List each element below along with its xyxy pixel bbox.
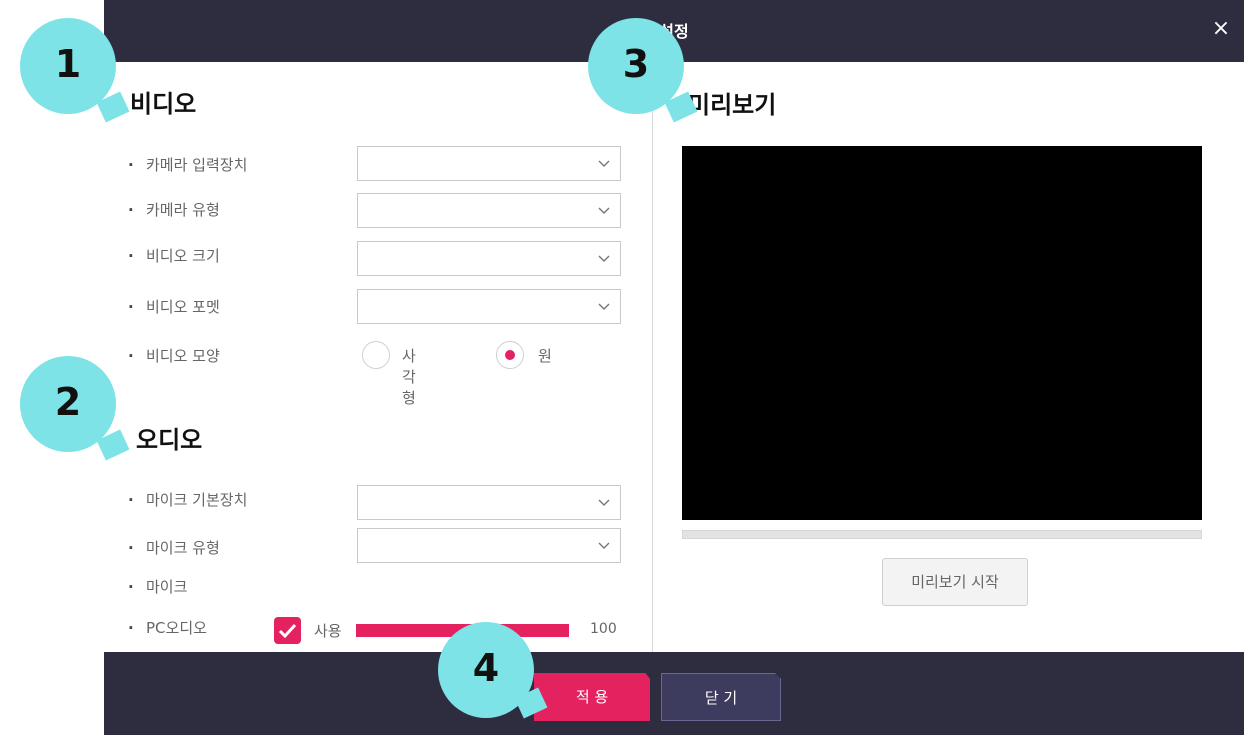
close-icon[interactable]: ×: [1208, 16, 1234, 42]
pc-audio-use-label: 사용: [314, 622, 342, 640]
chevron-down-icon: [598, 207, 610, 214]
shape-rect-label: 사각형: [402, 347, 416, 407]
video-shape-label: 비디오 모양: [128, 345, 220, 366]
mic-label: 마이크: [128, 576, 187, 597]
mic-device-select[interactable]: [357, 485, 621, 520]
camera-input-label: 카메라 입력장치: [128, 154, 247, 175]
screenshot-stage: 설정 × 비디오 카메라 입력장치 카메라 유형 비디오 크기 비디오 포멧 비…: [0, 0, 1253, 735]
pc-audio-label: PC오디오: [128, 617, 207, 638]
callout-number: 3: [622, 42, 650, 86]
video-size-select[interactable]: [357, 241, 621, 276]
video-section-title: 비디오: [130, 90, 197, 118]
video-format-select[interactable]: [357, 289, 621, 324]
callout-4: 4: [438, 622, 548, 719]
checkmark-icon: [278, 623, 297, 639]
preview-progress-bar[interactable]: [682, 530, 1202, 539]
callout-number: 4: [472, 646, 500, 690]
callout-number: 2: [54, 380, 82, 424]
video-format-label: 비디오 포멧: [128, 296, 220, 317]
close-button[interactable]: 닫 기: [661, 673, 781, 721]
camera-input-select[interactable]: [357, 146, 621, 181]
camera-type-label: 카메라 유형: [128, 199, 220, 220]
preview-section-title: 미리보기: [688, 91, 777, 119]
callout-3: 3: [588, 18, 698, 123]
mic-type-select[interactable]: [357, 528, 621, 563]
camera-type-select[interactable]: [357, 193, 621, 228]
chevron-down-icon: [598, 542, 610, 549]
video-size-label: 비디오 크기: [128, 245, 220, 266]
callout-number: 1: [54, 42, 82, 86]
callout-2: 2: [20, 356, 130, 461]
callout-1: 1: [20, 18, 130, 123]
preview-start-button[interactable]: 미리보기 시작: [882, 558, 1028, 606]
chevron-down-icon: [598, 303, 610, 310]
shape-circle-radio[interactable]: [496, 341, 524, 369]
mic-device-label: 마이크 기본장치: [128, 489, 247, 510]
audio-section-title: 오디오: [136, 426, 203, 454]
column-divider: [652, 62, 653, 652]
shape-rect-radio[interactable]: [362, 341, 390, 369]
pc-audio-checkbox[interactable]: [274, 617, 301, 644]
apply-button[interactable]: 적 용: [534, 673, 650, 721]
pc-audio-volume-value: 100: [590, 621, 617, 637]
mic-type-label: 마이크 유형: [128, 537, 220, 558]
chevron-down-icon: [598, 160, 610, 167]
chevron-down-icon: [598, 255, 610, 262]
chevron-down-icon: [598, 499, 610, 506]
shape-circle-label: 원: [538, 347, 552, 365]
preview-video-area: [682, 146, 1202, 520]
